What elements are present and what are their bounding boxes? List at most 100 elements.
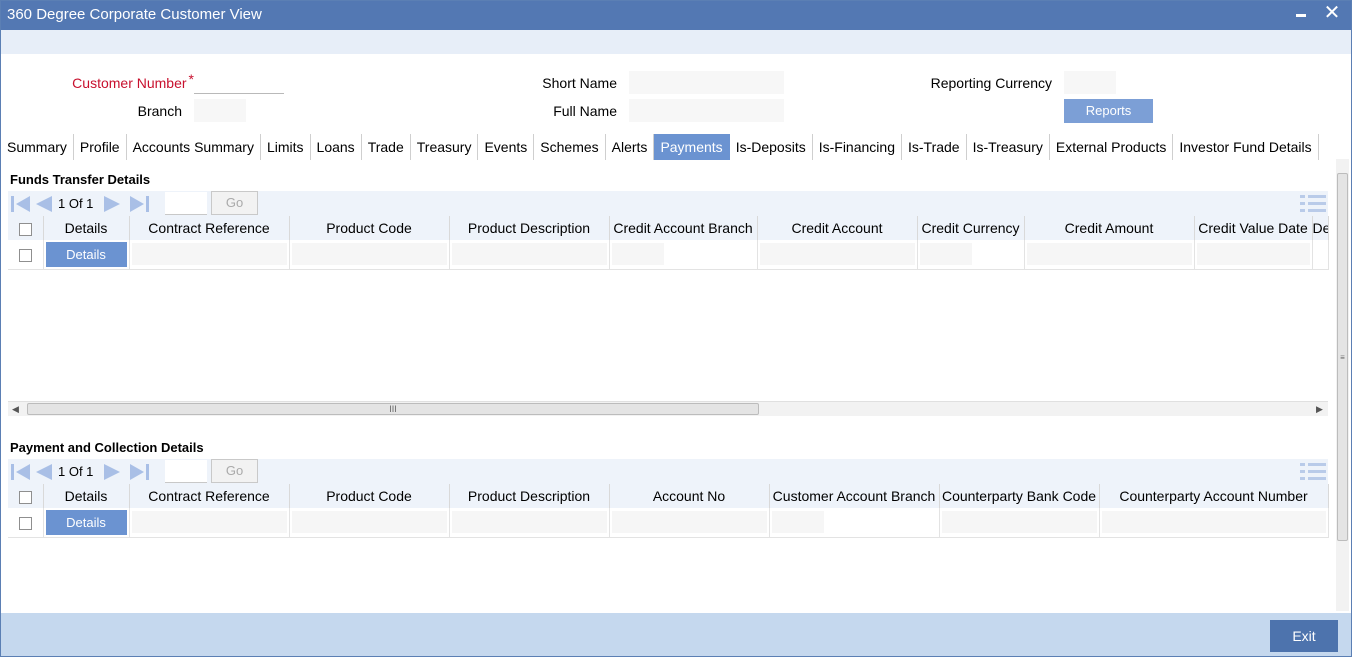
tab-is-treasury[interactable]: Is-Treasury bbox=[967, 134, 1050, 160]
toolbar-strip bbox=[1, 30, 1351, 54]
column-header: Counterparty Bank Code bbox=[939, 484, 1100, 508]
column-header: Contract Reference bbox=[129, 484, 290, 508]
go-button[interactable]: Go bbox=[211, 459, 258, 483]
tab-is-trade[interactable]: Is-Trade bbox=[902, 134, 967, 160]
scrollbar-thumb[interactable]: III bbox=[27, 403, 759, 415]
first-page-icon[interactable] bbox=[10, 195, 32, 213]
customer-number-input[interactable] bbox=[194, 71, 284, 94]
table-cell[interactable] bbox=[757, 240, 918, 270]
tab-trade[interactable]: Trade bbox=[362, 134, 411, 160]
vertical-scrollbar[interactable]: ≡ bbox=[1336, 159, 1349, 611]
tab-payments[interactable]: Payments bbox=[654, 134, 730, 160]
select-all-checkbox[interactable] bbox=[18, 490, 32, 504]
table-header-row: Details Contract Reference Product Code … bbox=[8, 216, 1329, 240]
table-row: Details bbox=[8, 508, 1329, 538]
prev-page-icon[interactable] bbox=[34, 463, 54, 481]
table-cell[interactable] bbox=[129, 508, 290, 538]
reporting-currency-input[interactable] bbox=[1064, 71, 1116, 94]
tab-summary[interactable]: Summary bbox=[1, 134, 74, 160]
vertical-scrollbar-thumb[interactable]: ≡ bbox=[1337, 173, 1348, 541]
table-cell[interactable] bbox=[449, 508, 610, 538]
details-button[interactable]: Details bbox=[45, 241, 127, 267]
table-cell[interactable] bbox=[1024, 240, 1195, 270]
select-all-checkbox[interactable] bbox=[18, 222, 32, 236]
page-number-input[interactable] bbox=[165, 192, 207, 215]
table-cell[interactable] bbox=[939, 508, 1100, 538]
tab-external-products[interactable]: External Products bbox=[1050, 134, 1174, 160]
tab-bar: Summary Profile Accounts Summary Limits Loan… bbox=[1, 134, 1319, 160]
reports-button[interactable]: Reports bbox=[1064, 99, 1153, 123]
tab-is-financing[interactable]: Is-Financing bbox=[813, 134, 902, 160]
page-indicator: 1 Of 1 bbox=[58, 464, 94, 479]
column-settings-icon[interactable] bbox=[1300, 461, 1326, 481]
full-name-label: Full Name bbox=[553, 103, 617, 119]
column-header: Credit Account bbox=[757, 216, 918, 240]
column-header: Credit Value Date bbox=[1194, 216, 1313, 240]
column-header: Details bbox=[43, 484, 130, 508]
tab-treasury[interactable]: Treasury bbox=[411, 134, 479, 160]
table-cell[interactable] bbox=[609, 508, 770, 538]
row-select-cell bbox=[8, 508, 44, 538]
details-button[interactable]: Details bbox=[45, 509, 127, 535]
table-cell[interactable] bbox=[1312, 240, 1329, 270]
tab-profile[interactable]: Profile bbox=[74, 134, 127, 160]
column-header: Product Description bbox=[449, 216, 610, 240]
next-page-icon[interactable] bbox=[102, 463, 122, 481]
row-checkbox[interactable] bbox=[18, 248, 32, 262]
minimize-button[interactable] bbox=[1289, 1, 1313, 27]
table-header-row: Details Contract Reference Product Code … bbox=[8, 484, 1329, 508]
column-header: Customer Account Branch bbox=[769, 484, 940, 508]
table-cell[interactable] bbox=[449, 240, 610, 270]
tab-investor-fund-details[interactable]: Investor Fund Details bbox=[1173, 134, 1319, 160]
customer-number-label: Customer Number * bbox=[72, 71, 194, 91]
table-cell[interactable] bbox=[289, 508, 450, 538]
last-page-icon[interactable] bbox=[128, 195, 150, 213]
page-number-input[interactable] bbox=[165, 460, 207, 483]
tab-accounts-summary[interactable]: Accounts Summary bbox=[127, 134, 261, 160]
table-cell[interactable] bbox=[917, 240, 1025, 270]
column-settings-icon[interactable] bbox=[1300, 193, 1326, 213]
tab-schemes[interactable]: Schemes bbox=[534, 134, 606, 160]
tab-alerts[interactable]: Alerts bbox=[606, 134, 655, 160]
scroll-right-icon[interactable]: ▶ bbox=[1316, 404, 1323, 415]
column-header: Counterparty Account Number bbox=[1099, 484, 1329, 508]
table-cell[interactable] bbox=[1194, 240, 1313, 270]
next-page-icon[interactable] bbox=[102, 195, 122, 213]
customer-view-window: 360 Degree Corporate Customer View ✕ Cus… bbox=[0, 0, 1352, 657]
table-cell[interactable] bbox=[609, 240, 758, 270]
tab-is-deposits[interactable]: Is-Deposits bbox=[730, 134, 813, 160]
close-icon: ✕ bbox=[1323, 2, 1341, 24]
funds-transfer-title: Funds Transfer Details bbox=[10, 172, 151, 187]
branch-input[interactable] bbox=[194, 99, 246, 122]
exit-button[interactable]: Exit bbox=[1270, 620, 1338, 652]
minimize-icon bbox=[1296, 14, 1306, 17]
tab-limits[interactable]: Limits bbox=[261, 134, 311, 160]
column-header: Credit Amount bbox=[1024, 216, 1195, 240]
row-checkbox[interactable] bbox=[18, 516, 32, 530]
column-header: Product Description bbox=[449, 484, 610, 508]
table-cell[interactable] bbox=[769, 508, 940, 538]
table-cell[interactable] bbox=[129, 240, 290, 270]
go-button[interactable]: Go bbox=[211, 191, 258, 215]
column-header: Account No bbox=[609, 484, 770, 508]
close-button[interactable]: ✕ bbox=[1320, 1, 1344, 27]
horizontal-scrollbar[interactable]: ◀ III ▶ bbox=[8, 401, 1328, 416]
short-name-input[interactable] bbox=[629, 71, 784, 94]
last-page-icon[interactable] bbox=[128, 463, 150, 481]
scroll-left-icon[interactable]: ◀ bbox=[12, 404, 19, 415]
table-cell[interactable] bbox=[289, 240, 450, 270]
reporting-currency-label: Reporting Currency bbox=[930, 75, 1052, 91]
table-cell[interactable] bbox=[1099, 508, 1329, 538]
column-header: Product Code bbox=[289, 216, 450, 240]
column-header: Details bbox=[43, 216, 130, 240]
prev-page-icon[interactable] bbox=[34, 195, 54, 213]
payment-collection-table: Details Contract Reference Product Code … bbox=[8, 484, 1329, 538]
tab-events[interactable]: Events bbox=[478, 134, 535, 160]
branch-label: Branch bbox=[137, 103, 182, 119]
short-name-label: Short Name bbox=[542, 75, 617, 91]
full-name-input[interactable] bbox=[629, 99, 784, 122]
tab-loans[interactable]: Loans bbox=[311, 134, 362, 160]
column-header: Contract Reference bbox=[129, 216, 290, 240]
first-page-icon[interactable] bbox=[10, 463, 32, 481]
payment-collection-title: Payment and Collection Details bbox=[10, 440, 204, 455]
